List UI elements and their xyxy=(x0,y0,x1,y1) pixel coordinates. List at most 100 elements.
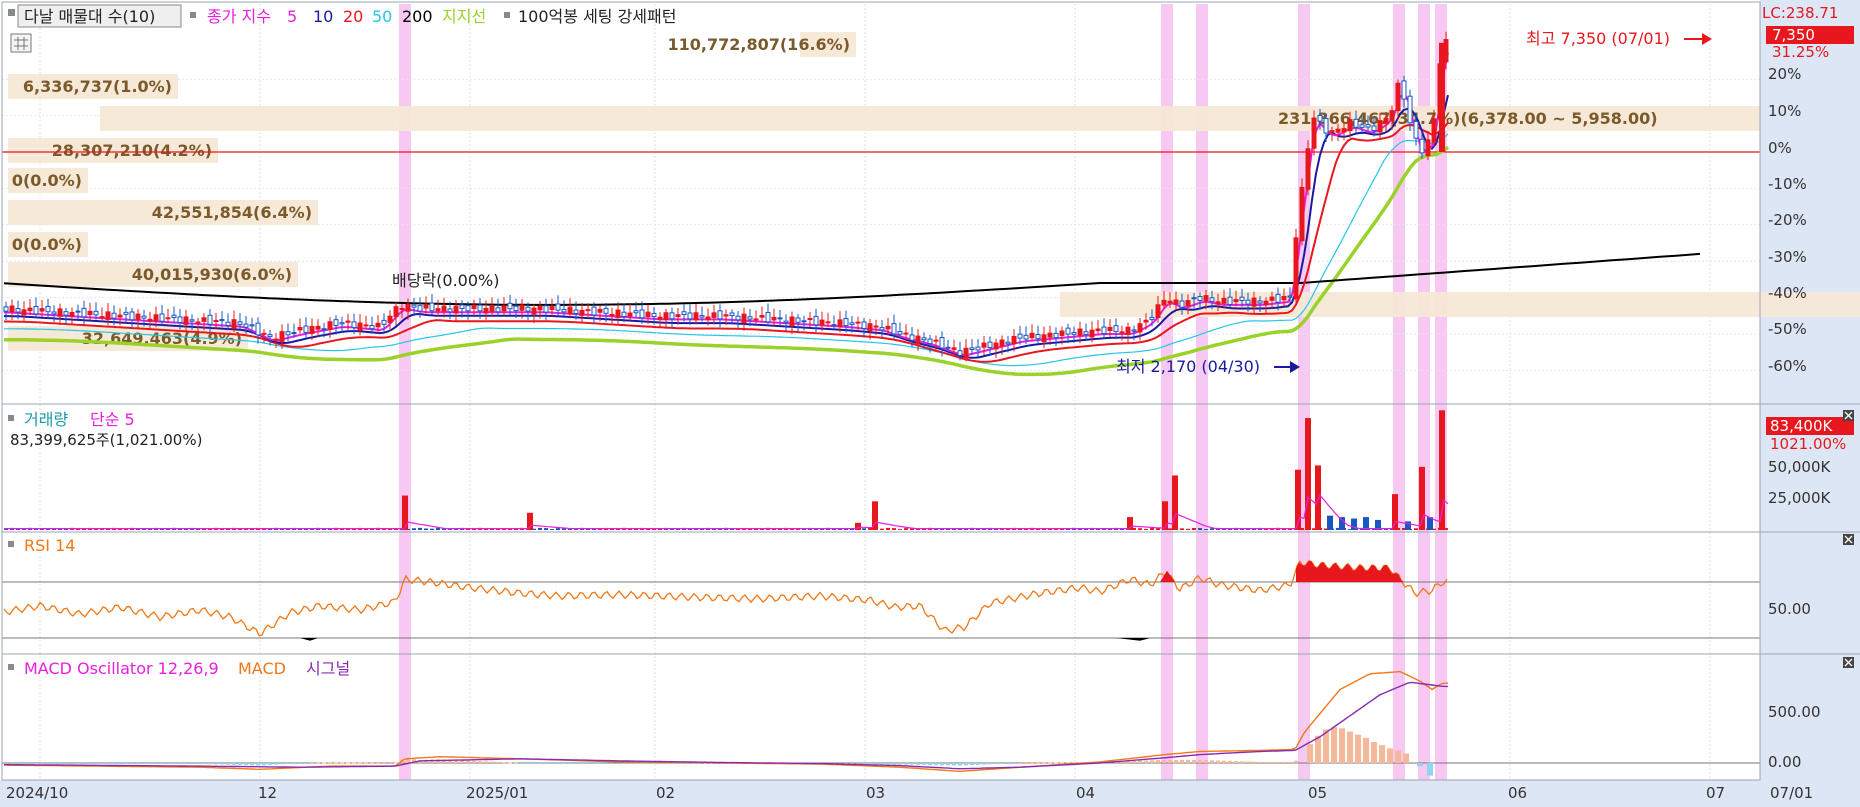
low-label: 최저 2,170 (04/30) xyxy=(1116,357,1260,376)
ma-period-5[interactable]: 5 xyxy=(287,7,297,26)
macd-oscillator-bar xyxy=(994,763,998,765)
candle-body xyxy=(549,306,555,310)
candle-body xyxy=(813,315,819,326)
x-tick: 12 xyxy=(258,784,277,802)
price-y-tick: -20% xyxy=(1768,211,1807,229)
candle-body xyxy=(1143,319,1149,323)
macd-oscillator-bar xyxy=(1228,760,1232,763)
candle-body xyxy=(969,347,975,351)
macd-oscillator-bar xyxy=(1355,734,1361,763)
volume-bar xyxy=(100,529,104,530)
macd-oscillator-bar xyxy=(928,763,932,766)
candle-body xyxy=(741,313,747,323)
macd-oscillator-bar xyxy=(298,763,302,764)
candle-body xyxy=(363,324,369,327)
candle-body xyxy=(213,319,219,323)
macd-oscillator-bar xyxy=(1276,761,1280,763)
dividend-label: 배당락(0.00%) xyxy=(392,271,499,290)
macd-oscillator-bar xyxy=(370,762,374,764)
candle-body xyxy=(357,322,363,331)
macd-oscillator-bar xyxy=(1270,761,1274,763)
macd-oscillator-bar xyxy=(124,763,128,764)
macd-oscillator-bar xyxy=(208,763,212,765)
candle-body xyxy=(99,316,105,319)
macd-oscillator-bar xyxy=(88,763,92,764)
legend-square-icon xyxy=(8,9,15,16)
candle-body xyxy=(423,304,429,309)
macd-oscillator-bar xyxy=(1156,760,1160,763)
volume-bar xyxy=(1405,521,1411,530)
macd-oscillator-bar xyxy=(136,763,140,764)
ma-period-20[interactable]: 20 xyxy=(343,7,363,26)
panel-close-icon[interactable] xyxy=(1843,534,1854,545)
macd-oscillator-bar xyxy=(178,763,182,764)
candle-body xyxy=(159,313,165,322)
macd-oscillator-bar xyxy=(322,762,326,764)
support-label[interactable]: 지지선 xyxy=(442,7,486,26)
x-axis-right-label: 07/01 xyxy=(1770,784,1813,802)
candle-body xyxy=(687,312,693,320)
candle-body xyxy=(1419,138,1425,154)
candle-body xyxy=(69,311,75,317)
macd-oscillator-bar xyxy=(112,763,116,764)
candle-body xyxy=(1353,118,1359,128)
candle-body xyxy=(1293,237,1299,300)
price-y-tick: -30% xyxy=(1768,248,1807,266)
last-price: 7,350 xyxy=(1772,26,1815,44)
ma-period-50[interactable]: 50 xyxy=(372,7,392,26)
panel-close-icon[interactable] xyxy=(1843,657,1854,668)
macd-oscillator-bar xyxy=(502,762,506,764)
candle-body xyxy=(789,316,795,326)
price-y-tick: -40% xyxy=(1768,284,1807,302)
macd-oscillator-bar xyxy=(1144,760,1148,763)
candle-body xyxy=(105,311,111,320)
candle-body xyxy=(267,334,273,338)
macd-oscillator-bar xyxy=(310,762,314,764)
volume-bar xyxy=(544,528,548,530)
macd-oscillator-bar xyxy=(16,763,20,764)
candle-body xyxy=(849,322,855,326)
macd-oscillator-bar xyxy=(490,761,494,763)
macd-oscillator-bar xyxy=(478,761,482,763)
ma-period-10[interactable]: 10 xyxy=(313,7,333,26)
corner-label: LC:238.71 xyxy=(1762,4,1838,22)
candle-body xyxy=(825,321,831,324)
macd-oscillator-bar xyxy=(202,763,206,765)
candle-body xyxy=(195,321,201,324)
macd-oscillator-bar xyxy=(886,763,890,765)
ma-period-200[interactable]: 200 xyxy=(402,7,433,26)
macd-oscillator-bar xyxy=(1387,748,1393,763)
candle-body xyxy=(465,305,471,312)
macd-oscillator-bar xyxy=(1192,759,1196,763)
panel-close-icon[interactable] xyxy=(1843,410,1854,421)
candle-body xyxy=(411,304,417,308)
candle-body xyxy=(1269,296,1275,301)
volume-info: 83,399,625주(1,021.00%) xyxy=(10,431,202,449)
macd-oscillator-bar xyxy=(250,763,254,766)
rsi-title: RSI 14 xyxy=(24,536,75,555)
volume-bar xyxy=(1392,494,1398,530)
candle-body xyxy=(645,311,651,318)
macd-oscillator-bar xyxy=(1186,759,1190,763)
candle-body xyxy=(375,322,381,328)
macd-oscillator-bar xyxy=(22,763,26,764)
volume-bar xyxy=(424,528,428,530)
macd-oscillator-bar xyxy=(496,761,500,763)
candle-body xyxy=(525,306,531,312)
macd-oscillator-bar xyxy=(1180,759,1184,763)
candle-body xyxy=(459,304,465,310)
legend-square-icon xyxy=(504,12,510,18)
macd-oscillator-bar xyxy=(484,761,488,763)
price-y-tick: -50% xyxy=(1768,320,1807,338)
macd-oscillator-bar xyxy=(1174,759,1178,763)
macd-oscillator-bar xyxy=(1054,762,1058,764)
candle-body xyxy=(639,309,645,319)
stock-chart[interactable]: 110,772,807(16.6%) 6,336,737(1.0%) 231,366… xyxy=(0,0,1860,807)
candle-body xyxy=(807,318,813,321)
macd-oscillator-bar xyxy=(52,763,56,764)
grid-toggle-icon[interactable] xyxy=(10,33,32,53)
pattern-label[interactable]: 100억봉 세팅 강세패턴 xyxy=(518,7,676,26)
volume-bar xyxy=(862,528,866,530)
candle-body xyxy=(723,314,729,317)
macd-oscillator-bar xyxy=(532,763,536,764)
